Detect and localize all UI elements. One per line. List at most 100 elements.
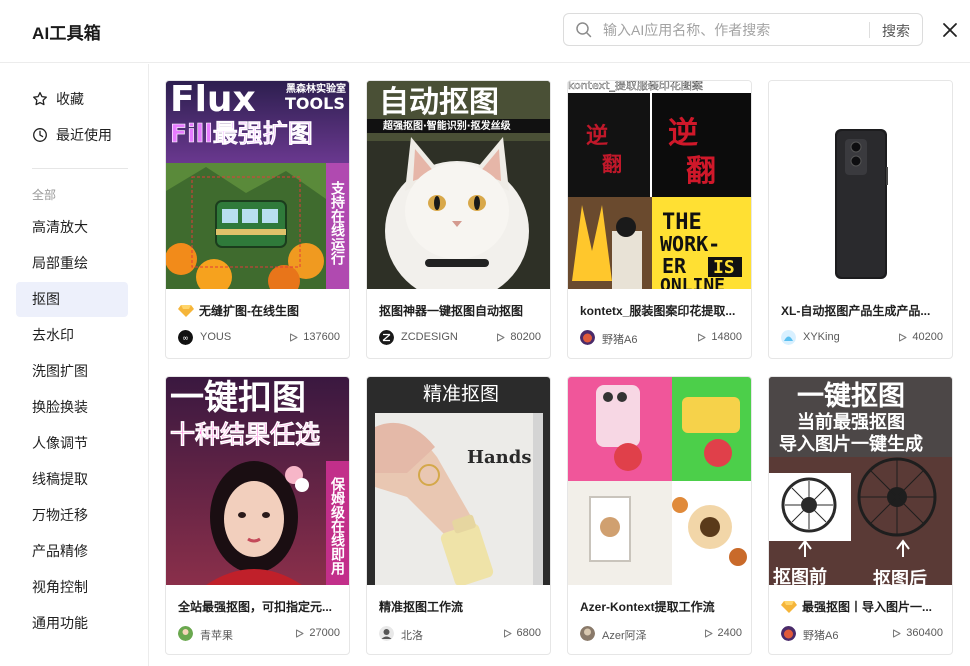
- sidebar-item-outpaint[interactable]: 洗图扩图: [16, 354, 128, 389]
- card-author: 野猪A6: [602, 334, 638, 346]
- sidebar-item-product-retouch[interactable]: 产品精修: [16, 534, 128, 569]
- thumb-headline: 一键抠图: [797, 380, 905, 412]
- thumb-label: Hands: [467, 447, 531, 468]
- play-icon: [503, 629, 512, 637]
- card-meta: ZCDESIGN 80200: [379, 330, 541, 346]
- card-thumbnail: 一键扣图 十种结果任选 保姆级在线即用: [166, 377, 349, 585]
- card-meta: 青苹果 27000: [178, 626, 340, 642]
- sidebar-item-face-swap[interactable]: 换脸换装: [16, 390, 128, 425]
- card-run-count: 40200: [898, 331, 943, 343]
- thumb-after-label: 抠图后: [873, 569, 927, 585]
- header: AI工具箱 搜索: [0, 0, 970, 63]
- thumb-word: ONLINE: [660, 275, 725, 289]
- avatar: [379, 626, 394, 641]
- thumb-headline: Flux: [170, 81, 256, 120]
- card-meta: 北洛 6800: [379, 626, 541, 642]
- card-author: 野猪A6: [803, 630, 839, 642]
- thumb-headline: 自动抠图: [379, 85, 499, 120]
- card-author: 青苹果: [200, 630, 233, 642]
- play-icon: [497, 333, 505, 341]
- search-box[interactable]: 搜索: [563, 13, 923, 46]
- thumb-headline: 精准抠图: [423, 383, 499, 405]
- card-run-count: 2400: [704, 627, 742, 639]
- avatar: [379, 330, 394, 345]
- category-group-label: 全部: [32, 188, 57, 202]
- app-card[interactable]: XL-自动抠图产品生成产品... XYKing 40200: [768, 80, 953, 359]
- card-thumbnail: 自动抠图 超强抠图·智能识别·抠发丝级: [367, 81, 550, 289]
- app-card[interactable]: 一键扣图 十种结果任选 保姆级在线即用 全站最强抠图，可扣指定元... 青苹果 …: [165, 376, 350, 655]
- thumb-before-label: 抠图前: [773, 566, 827, 585]
- play-icon: [704, 629, 713, 637]
- sidebar-item-portrait-adjust[interactable]: 人像调节: [16, 426, 128, 461]
- svg-text:逆: 逆: [586, 123, 608, 149]
- clock-icon: [33, 128, 47, 142]
- recent-label: 最近使用: [56, 127, 112, 143]
- sidebar-item-upscale[interactable]: 高清放大: [16, 210, 128, 245]
- card-author: ZCDESIGN: [401, 331, 458, 343]
- sidebar-item-cutout[interactable]: 抠图: [16, 282, 128, 317]
- close-icon[interactable]: [940, 20, 960, 40]
- thumb-subtitle: 超强抠图·智能识别·抠发丝级: [382, 119, 512, 132]
- sidebar-item-recent[interactable]: 最近使用: [32, 125, 112, 145]
- favorites-label: 收藏: [56, 91, 84, 107]
- app-card[interactable]: Flux 黑森林实验室 TOOLS Fill最强扩图 支持在线运行 无缝扩图-在…: [165, 80, 350, 359]
- card-author: XYKing: [803, 331, 840, 343]
- card-meta: 野猪A6 14800: [580, 330, 742, 346]
- search-input[interactable]: [603, 15, 863, 44]
- play-icon: [698, 333, 706, 341]
- app-title: AI工具箱: [32, 24, 101, 43]
- sidebar-item-lineart[interactable]: 线稿提取: [16, 462, 128, 497]
- app-card[interactable]: 逆 翻 逆 翻 kontext_提取服装印花图案 THE WORK- ER IS…: [567, 80, 752, 359]
- svg-text:翻: 翻: [686, 154, 716, 189]
- card-author: Azer阿泽: [602, 630, 647, 642]
- thumb-line-3: 导入图片一键生成: [779, 433, 923, 455]
- sidebar-item-inpaint[interactable]: 局部重绘: [16, 246, 128, 281]
- thumb-headline: kontext_提取服装印花图案: [568, 81, 703, 92]
- avatar: [580, 626, 595, 641]
- sidebar: 收藏 最近使用 全部 高清放大 局部重绘 抠图 去水印 洗图扩图 换脸换装 人像…: [0, 64, 149, 666]
- card-title: 全站最强抠图，可扣指定元...: [178, 600, 333, 614]
- thumb-word: WORK-: [660, 232, 720, 256]
- card-title: 无缝扩图-在线生图: [178, 302, 340, 319]
- play-icon: [893, 629, 901, 637]
- thumb-tools: TOOLS: [285, 94, 345, 113]
- sidebar-item-general[interactable]: 通用功能: [16, 606, 128, 641]
- sidebar-divider: [32, 168, 128, 169]
- sidebar-item-style-transfer[interactable]: 万物迁移: [16, 498, 128, 533]
- app-card[interactable]: 一键抠图 当前最强抠图 导入图片一键生成 抠图前 抠图后 最强抠图丨导入图片一.…: [768, 376, 953, 655]
- card-title: XL-自动抠图产品生成产品...: [781, 304, 931, 318]
- sidebar-item-watermark-removal[interactable]: 去水印: [16, 318, 128, 353]
- search-button[interactable]: 搜索: [882, 21, 910, 41]
- card-thumbnail: Flux 黑森林实验室 TOOLS Fill最强扩图 支持在线运行: [166, 81, 349, 289]
- card-run-count: 6800: [503, 627, 541, 639]
- diamond-icon: [781, 600, 797, 613]
- card-run-count: 137600: [289, 331, 340, 343]
- card-thumbnail: 精准抠图 Hands: [367, 377, 550, 585]
- avatar: [781, 330, 796, 345]
- play-icon: [290, 333, 298, 341]
- card-title: Azer-Kontext提取工作流: [580, 600, 715, 614]
- card-run-count: 14800: [697, 331, 742, 343]
- card-author: 北洛: [401, 630, 423, 642]
- sidebar-item-view-control[interactable]: 视角控制: [16, 570, 128, 605]
- card-title: 抠图神器一键抠图自动抠图: [379, 304, 524, 318]
- thumb-subtitle: Fill最强扩图: [170, 119, 313, 148]
- app-card[interactable]: 自动抠图 超强抠图·智能识别·抠发丝级 抠图神器一键抠图自动抠图 ZCDESIG…: [366, 80, 551, 359]
- svg-text:翻: 翻: [602, 152, 622, 176]
- card-author: YOUS: [200, 331, 232, 343]
- sidebar-item-favorites[interactable]: 收藏: [32, 89, 84, 109]
- card-thumbnail: 逆 翻 逆 翻 kontext_提取服装印花图案 THE WORK- ER IS…: [568, 81, 751, 289]
- card-title: 最强抠图丨导入图片一...: [781, 598, 943, 615]
- thumb-line-2: 当前最强抠图: [797, 411, 905, 433]
- app-card[interactable]: Azer-Kontext提取工作流 Azer阿泽 2400: [567, 376, 752, 655]
- card-title: kontetx_服装图案印花提取...: [580, 304, 736, 318]
- card-thumbnail: 一键抠图 当前最强抠图 导入图片一键生成 抠图前 抠图后: [769, 377, 952, 585]
- star-icon: [33, 91, 47, 106]
- card-meta: Azer阿泽 2400: [580, 626, 742, 642]
- search-divider: [869, 22, 870, 38]
- card-meta: 野猪A6 360400: [781, 626, 943, 642]
- card-run-count: 360400: [892, 627, 943, 639]
- thumb-side-text: 支持在线运行: [329, 180, 346, 266]
- play-icon: [899, 333, 907, 341]
- app-card[interactable]: 精准抠图 Hands 精准抠图工作流 北洛 6800: [366, 376, 551, 655]
